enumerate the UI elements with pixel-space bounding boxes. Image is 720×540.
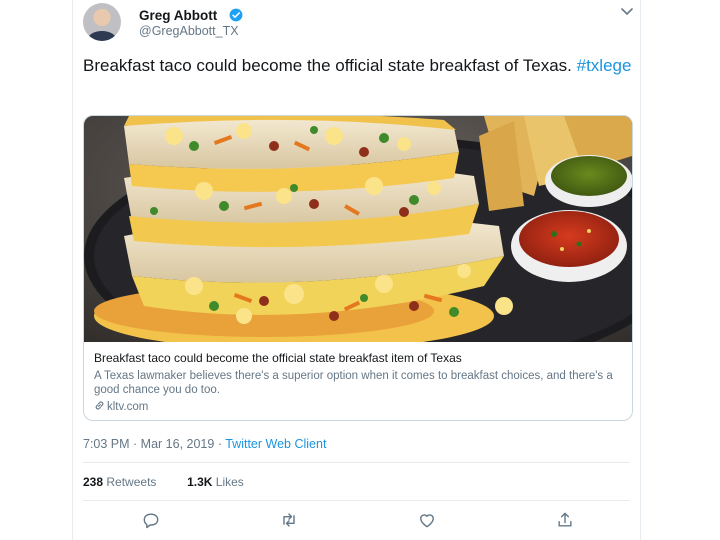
tweet-time[interactable]: 7:03 PM <box>83 437 130 451</box>
card-image-breakfast-tacos[interactable] <box>84 116 632 342</box>
like-icon[interactable] <box>417 510 437 530</box>
retweets-count: 238 <box>83 475 104 489</box>
share-icon[interactable] <box>555 510 575 530</box>
link-icon <box>95 401 104 410</box>
tweet-container: Greg Abbott @GregAbbott_TX Breakfast tac… <box>72 0 641 540</box>
likes-label: Likes <box>215 475 244 489</box>
chevron-down-icon[interactable] <box>621 8 633 16</box>
tweet-date[interactable]: Mar 16, 2019 <box>141 437 215 451</box>
card-description: A Texas lawmaker believes there's a supe… <box>94 370 613 396</box>
tweet-text: Breakfast taco could become the official… <box>83 54 633 77</box>
tweet-body: Breakfast taco could become the official… <box>83 56 572 75</box>
author-name[interactable]: Greg Abbott <box>139 8 217 23</box>
tweet-timestamp: 7:03 PM · Mar 16, 2019 · Twitter Web Cli… <box>83 437 326 451</box>
reply-icon[interactable] <box>141 510 161 530</box>
retweets-stat[interactable]: 238 Retweets <box>83 475 156 489</box>
divider <box>83 462 630 463</box>
retweet-icon[interactable] <box>279 510 299 530</box>
hashtag-link[interactable]: #txlege <box>577 56 632 75</box>
retweets-label: Retweets <box>106 475 157 489</box>
likes-stat[interactable]: 1.3K Likes <box>187 475 244 489</box>
divider <box>83 500 630 501</box>
card-link[interactable]: kltv.com <box>94 400 148 413</box>
link-card[interactable]: Breakfast taco could become the official… <box>83 115 633 421</box>
meta-separator: · <box>214 437 226 451</box>
tweet-source[interactable]: Twitter Web Client <box>225 437 326 451</box>
meta-separator: · <box>129 437 141 451</box>
author-handle[interactable]: @GregAbbott_TX <box>139 24 239 38</box>
likes-count: 1.3K <box>187 475 213 489</box>
avatar[interactable] <box>83 3 121 41</box>
card-title[interactable]: Breakfast taco could become the official… <box>94 351 624 365</box>
tweet-stats: 238 Retweets 1.3K Likes <box>83 475 244 489</box>
verified-badge-icon <box>229 8 243 22</box>
card-domain[interactable]: kltv.com <box>107 401 148 413</box>
